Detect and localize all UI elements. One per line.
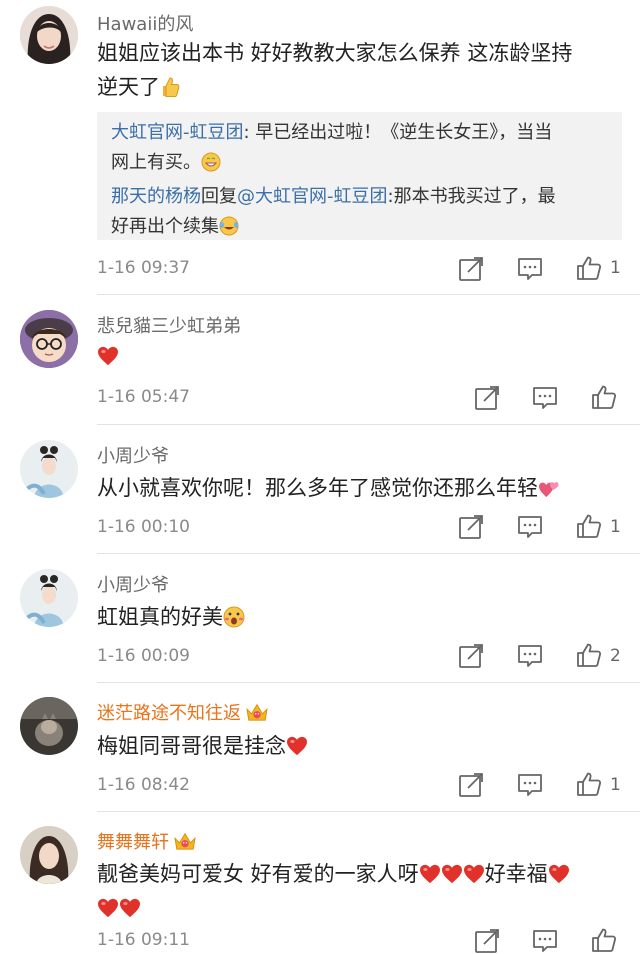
comment-text-part: 虹姐真的好美 <box>97 605 223 629</box>
thumbs-up-icon[interactable] <box>576 513 602 539</box>
comment-icon[interactable] <box>532 385 558 411</box>
red-heart-emoji-icon <box>463 864 485 884</box>
comment-item: 迷茫路途不知往返 梅姐同哥哥很是挂念 1-16 08:42 1 <box>0 683 640 812</box>
comment-icon[interactable] <box>517 514 543 540</box>
username-text[interactable]: 舞舞舞轩 <box>97 832 169 853</box>
crown-badge-icon <box>173 831 197 851</box>
username[interactable]: 悲兒貓三少虹弟弟 <box>97 312 241 338</box>
reply-text: 网上有买。 <box>111 152 201 173</box>
avatar[interactable] <box>20 826 78 884</box>
comment-text-part: 逆天了 <box>97 75 160 99</box>
share-icon[interactable] <box>474 928 500 954</box>
share-icon[interactable] <box>458 514 484 540</box>
comment-text: 梅姐同哥哥很是挂念 <box>97 729 618 763</box>
avatar[interactable] <box>20 310 78 368</box>
red-heart-emoji-icon <box>119 898 141 918</box>
comment-text-line: 逆天了 <box>97 70 618 108</box>
comment-text: 虹姐真的好美 <box>97 600 618 638</box>
avatar[interactable] <box>20 697 78 755</box>
like-count: 1 <box>610 775 621 795</box>
avatar[interactable] <box>20 6 78 64</box>
comment-icon[interactable] <box>517 772 543 798</box>
reply-author[interactable]: 那天的杨杨 <box>111 186 201 207</box>
avatar-image <box>20 440 78 498</box>
username[interactable]: 迷茫路途不知往返 <box>97 699 269 725</box>
comment-icon[interactable] <box>517 256 543 282</box>
thumbs-up-icon[interactable] <box>576 771 602 797</box>
comment-text-line: 姐姐应该出本书 好好教教大家怎么保养 这冻龄坚持 <box>97 41 573 65</box>
comment-item: 小周少爷 从小就喜欢你呢！那么多年了感觉你还那么年轻 1-16 00:10 1 <box>0 425 640 554</box>
username-text[interactable]: 迷茫路途不知往返 <box>97 703 241 724</box>
mention-link[interactable]: @大虹官网-虹豆团 <box>237 186 388 207</box>
shocked-emoji-icon <box>223 604 245 638</box>
comment-text <box>97 339 618 373</box>
red-heart-emoji-icon <box>97 898 119 918</box>
comment-icon[interactable] <box>517 643 543 669</box>
comment-item: 悲兒貓三少虹弟弟 1-16 05:47 <box>0 295 640 425</box>
comment-time: 1-16 00:10 <box>97 517 190 537</box>
red-heart-emoji-icon <box>286 736 308 756</box>
avatar-image <box>20 569 78 627</box>
like-count: 1 <box>610 258 621 278</box>
reply-mid: 回复 <box>201 186 237 207</box>
reply-item-cont: 网上有买。 <box>111 148 608 182</box>
like-count: 2 <box>610 646 621 666</box>
comment-time: 1-16 00:09 <box>97 646 190 666</box>
laugh-cry-emoji-icon <box>219 216 239 246</box>
reply-text: : 早已经出过啦！《逆生长女王》，当当 <box>243 122 553 143</box>
reply-item: 大虹官网-虹豆团: 早已经出过啦！《逆生长女王》，当当 <box>111 118 608 148</box>
comment-text: 姐姐应该出本书 好好教教大家怎么保养 这冻龄坚持 逆天了 <box>97 36 618 108</box>
crown-badge-icon <box>245 702 269 722</box>
comment-time: 1-16 08:42 <box>97 775 190 795</box>
like-count: 1 <box>610 517 621 537</box>
share-icon[interactable] <box>458 772 484 798</box>
thumbs-up-icon[interactable] <box>591 384 617 410</box>
comment-text-part: 靓爸美妈可爱女 好有爱的一家人呀 <box>97 862 419 886</box>
username[interactable]: Hawaii的风 <box>97 10 193 36</box>
red-heart-emoji-icon <box>419 864 441 884</box>
share-icon[interactable] <box>458 643 484 669</box>
comment-text-part: 梅姐同哥哥很是挂念 <box>97 734 286 758</box>
thumbs-up-icon[interactable] <box>576 255 602 281</box>
avatar-image <box>20 310 78 368</box>
comment-time: 1-16 09:37 <box>97 258 190 278</box>
thumbs-up-icon[interactable] <box>591 927 617 953</box>
avatar-image <box>20 826 78 884</box>
reply-author[interactable]: 大虹官网-虹豆团 <box>111 122 244 143</box>
reply-item: 那天的杨杨回复@大虹官网-虹豆团:那本书我买过了，最 <box>111 182 608 212</box>
comment-text-part: 好幸福 <box>484 862 548 886</box>
thumbs-up-emoji-icon <box>160 74 180 108</box>
comment-text: 从小就喜欢你呢！那么多年了感觉你还那么年轻 <box>97 471 618 509</box>
reply-thread[interactable]: 大虹官网-虹豆团: 早已经出过啦！《逆生长女王》，当当 网上有买。 那天的杨杨回… <box>97 112 622 240</box>
comment-text: 靓爸美妈可爱女 好有爱的一家人呀 好幸福 <box>97 857 618 925</box>
grin-emoji-icon <box>201 152 221 182</box>
comment-item: 小周少爷 虹姐真的好美 1-16 00:09 2 <box>0 554 640 683</box>
share-icon[interactable] <box>474 385 500 411</box>
red-heart-emoji-icon <box>548 864 570 884</box>
share-icon[interactable] <box>458 256 484 282</box>
avatar-image <box>20 6 78 64</box>
username[interactable]: 小周少爷 <box>97 442 169 468</box>
comment-text-part: 从小就喜欢你呢！那么多年了感觉你还那么年轻 <box>97 476 538 500</box>
avatar-image <box>20 697 78 755</box>
comment-time: 1-16 05:47 <box>97 387 190 407</box>
reply-text: 好再出个续集 <box>111 216 219 237</box>
reply-text: :那本书我买过了，最 <box>387 186 556 207</box>
red-heart-emoji-icon <box>441 864 463 884</box>
thumbs-up-icon[interactable] <box>576 642 602 668</box>
comment-time: 1-16 09:11 <box>97 930 190 950</box>
username[interactable]: 小周少爷 <box>97 571 169 597</box>
comment-icon[interactable] <box>532 928 558 954</box>
comment-item: 舞舞舞轩 靓爸美妈可爱女 好有爱的一家人呀 好幸福 1-16 09:11 <box>0 812 640 948</box>
red-heart-emoji-icon <box>97 346 119 366</box>
comment-item: Hawaii的风 姐姐应该出本书 好好教教大家怎么保养 这冻龄坚持 逆天了 大虹… <box>0 0 640 295</box>
reply-item-cont: 好再出个续集 <box>111 212 608 246</box>
avatar[interactable] <box>20 440 78 498</box>
avatar[interactable] <box>20 569 78 627</box>
hearts-emoji-icon <box>538 475 560 509</box>
username[interactable]: 舞舞舞轩 <box>97 828 197 854</box>
